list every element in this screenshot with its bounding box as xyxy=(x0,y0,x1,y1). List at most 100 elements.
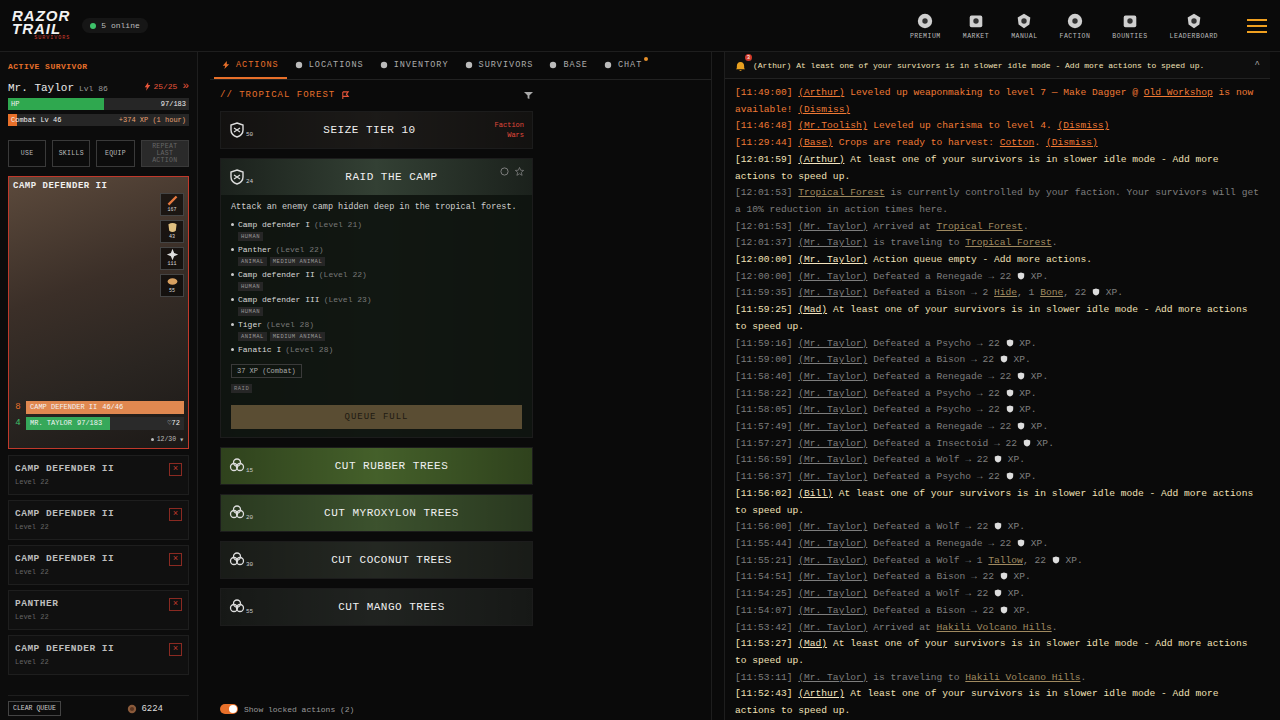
enemy-name[interactable]: Tiger xyxy=(238,320,262,329)
info-icon[interactable] xyxy=(500,167,509,176)
log-link[interactable]: Old Workshop xyxy=(1144,87,1213,98)
queue-item[interactable]: CAMP DEFENDER IILevel 22× xyxy=(8,500,189,540)
log-link[interactable]: Hakili Volcano Hills xyxy=(965,672,1080,683)
log-actor[interactable]: (Mr. Taylor) xyxy=(798,271,867,282)
action-card[interactable]: 30CUT COCONUT TREES xyxy=(220,541,533,579)
log-actor[interactable]: (Mad) xyxy=(798,304,827,315)
log-link[interactable]: Tropical Forest xyxy=(937,221,1023,232)
queue-item[interactable]: CAMP DEFENDER IILevel 22× xyxy=(8,455,189,495)
log-actor[interactable]: (Mr. Taylor) xyxy=(798,354,867,365)
action-card[interactable]: 24RAID THE CAMPAttack an enemy camp hidd… xyxy=(220,158,533,438)
log-link[interactable]: Tropical Forest xyxy=(798,187,884,198)
menu-icon[interactable] xyxy=(1246,17,1268,35)
remove-button[interactable]: × xyxy=(169,508,182,521)
log-actor[interactable]: (Mr. Taylor) xyxy=(798,571,867,582)
log-link[interactable]: (Dismiss) xyxy=(1046,137,1098,148)
remove-button[interactable]: × xyxy=(169,598,182,611)
tab[interactable]: BASE xyxy=(541,52,595,79)
log-time: [12:00:00] xyxy=(735,254,793,265)
filter-icon[interactable] xyxy=(524,91,533,100)
enemy-name[interactable]: Panther xyxy=(238,245,272,254)
log-actor[interactable]: (Mr.Toolish) xyxy=(798,120,867,131)
log-actor[interactable]: (Mr. Taylor) xyxy=(798,421,867,432)
log-actor[interactable]: (Mr. Taylor) xyxy=(798,555,867,566)
logo[interactable]: RAZORTRAILSURVIVORS xyxy=(12,9,70,42)
enemy-name[interactable]: Camp defender I xyxy=(238,220,310,229)
log-actor[interactable]: (Arthur) xyxy=(798,87,844,98)
log-link[interactable]: Tropical Forest xyxy=(965,237,1051,248)
log-actor[interactable]: (Mr. Taylor) xyxy=(798,404,867,415)
nav-item[interactable]: LEADERBOARD xyxy=(1170,12,1218,40)
log-actor[interactable]: (Mr. Taylor) xyxy=(798,388,867,399)
tab[interactable]: ACTIONS xyxy=(214,52,287,79)
remove-button[interactable]: × xyxy=(169,643,182,656)
log-actor[interactable]: (Mr. Taylor) xyxy=(798,454,867,465)
action-card[interactable]: 20CUT MYROXYLON TREES xyxy=(220,494,533,532)
nav-item[interactable]: MARKET xyxy=(963,12,989,40)
nav-item[interactable]: MANUAL xyxy=(1011,12,1037,40)
log-actor[interactable]: (Mr. Taylor) xyxy=(798,605,867,616)
log-actor[interactable]: (Arthur) xyxy=(798,688,844,699)
log-actor[interactable]: (Mr. Taylor) xyxy=(798,622,867,633)
nav-item[interactable]: FACTION xyxy=(1060,12,1091,40)
survivor-name[interactable]: Mr. Taylor xyxy=(8,82,74,94)
tab[interactable]: INVENTORY xyxy=(372,52,457,79)
nav-item[interactable]: BOUNTIES xyxy=(1112,12,1147,40)
enemy-name[interactable]: Fanatic I xyxy=(238,345,281,354)
log-actor[interactable]: (Mr. Taylor) xyxy=(798,438,867,449)
equipment-slot[interactable]: 55 xyxy=(160,274,184,297)
log-actor[interactable]: (Mr. Taylor) xyxy=(798,672,867,683)
log-link[interactable]: (Dismiss) xyxy=(1057,120,1109,131)
equipment-slot[interactable]: 43 xyxy=(160,220,184,243)
log-actor[interactable]: (Mad) xyxy=(798,638,827,649)
log-link[interactable]: Hakili Volcano Hills xyxy=(937,622,1052,633)
survivor-button[interactable]: USE xyxy=(8,140,46,167)
energy-arrow[interactable]: » xyxy=(182,80,189,92)
survivor-button[interactable]: SKILLS xyxy=(52,140,90,167)
tab[interactable]: LOCATIONS xyxy=(287,52,372,79)
log-actor[interactable]: (Mr. Taylor) xyxy=(798,287,867,298)
tab[interactable]: SURVIVORS xyxy=(457,52,542,79)
equipment-slot[interactable]: 167 xyxy=(160,193,184,216)
round-caret[interactable]: ▾ xyxy=(179,435,184,444)
collapse-caret[interactable]: ^ xyxy=(1255,60,1260,70)
log-actor[interactable]: (Mr. Taylor) xyxy=(798,471,867,482)
action-card[interactable]: 55CUT MANGO TREES xyxy=(220,588,533,626)
log-link[interactable]: Cotton xyxy=(1000,137,1035,148)
survivor-button[interactable]: REPEAT LAST ACTION xyxy=(141,140,189,167)
log-link[interactable]: Bone xyxy=(1040,287,1063,298)
queue-item[interactable]: CAMP DEFENDER IILevel 22× xyxy=(8,635,189,675)
remove-button[interactable]: × xyxy=(169,553,182,566)
tab[interactable]: CHAT xyxy=(596,52,650,79)
log-link[interactable]: Tallow xyxy=(988,555,1023,566)
enemy-name[interactable]: Camp defender III xyxy=(238,295,320,304)
equipment-slot[interactable]: 111 xyxy=(160,247,184,270)
remove-button[interactable]: × xyxy=(169,463,182,476)
action-card[interactable]: 15CUT RUBBER TREES xyxy=(220,447,533,485)
survivor-button[interactable]: EQUIP xyxy=(96,140,134,167)
toggle-switch[interactable] xyxy=(220,704,238,714)
log-actor[interactable]: (Mr. Taylor) xyxy=(798,237,867,248)
queue-button[interactable]: QUEUE FULL xyxy=(231,405,522,429)
star-icon[interactable] xyxy=(515,167,524,176)
clear-queue-button[interactable]: CLEAR QUEUE xyxy=(8,701,61,716)
log-actor[interactable]: (Mr. Taylor) xyxy=(798,521,867,532)
log-actor[interactable]: (Mr. Taylor) xyxy=(798,338,867,349)
log-link[interactable]: (Dismiss) xyxy=(798,104,850,115)
log-actor[interactable]: (Arthur) xyxy=(798,154,844,165)
log-actor[interactable]: (Mr. Taylor) xyxy=(798,221,867,232)
log-actor[interactable]: (Mr. Taylor) xyxy=(798,538,867,549)
queue-item[interactable]: PANTHERLevel 22× xyxy=(8,590,189,630)
log-actor[interactable]: (Mr. Taylor) xyxy=(798,371,867,382)
enemy-name[interactable]: Camp defender II xyxy=(238,270,315,279)
log-link[interactable]: Hide xyxy=(994,287,1017,298)
log-actor[interactable]: (Bill) xyxy=(798,488,833,499)
log-actor[interactable]: (Base) xyxy=(798,137,833,148)
nav-item[interactable]: PREMIUM xyxy=(910,12,941,40)
queue-item[interactable]: CAMP DEFENDER IILevel 22× xyxy=(8,545,189,585)
notification-bell[interactable]: 3 xyxy=(735,59,747,71)
log-actor[interactable]: (Mr. Taylor) xyxy=(798,588,867,599)
action-card[interactable]: 50SEIZE TIER 10Faction Wars xyxy=(220,111,533,149)
log-actor[interactable]: (Mr. Taylor) xyxy=(798,254,867,265)
notification-bar[interactable]: 3(Arthur) At least one of your survivors… xyxy=(725,52,1270,79)
